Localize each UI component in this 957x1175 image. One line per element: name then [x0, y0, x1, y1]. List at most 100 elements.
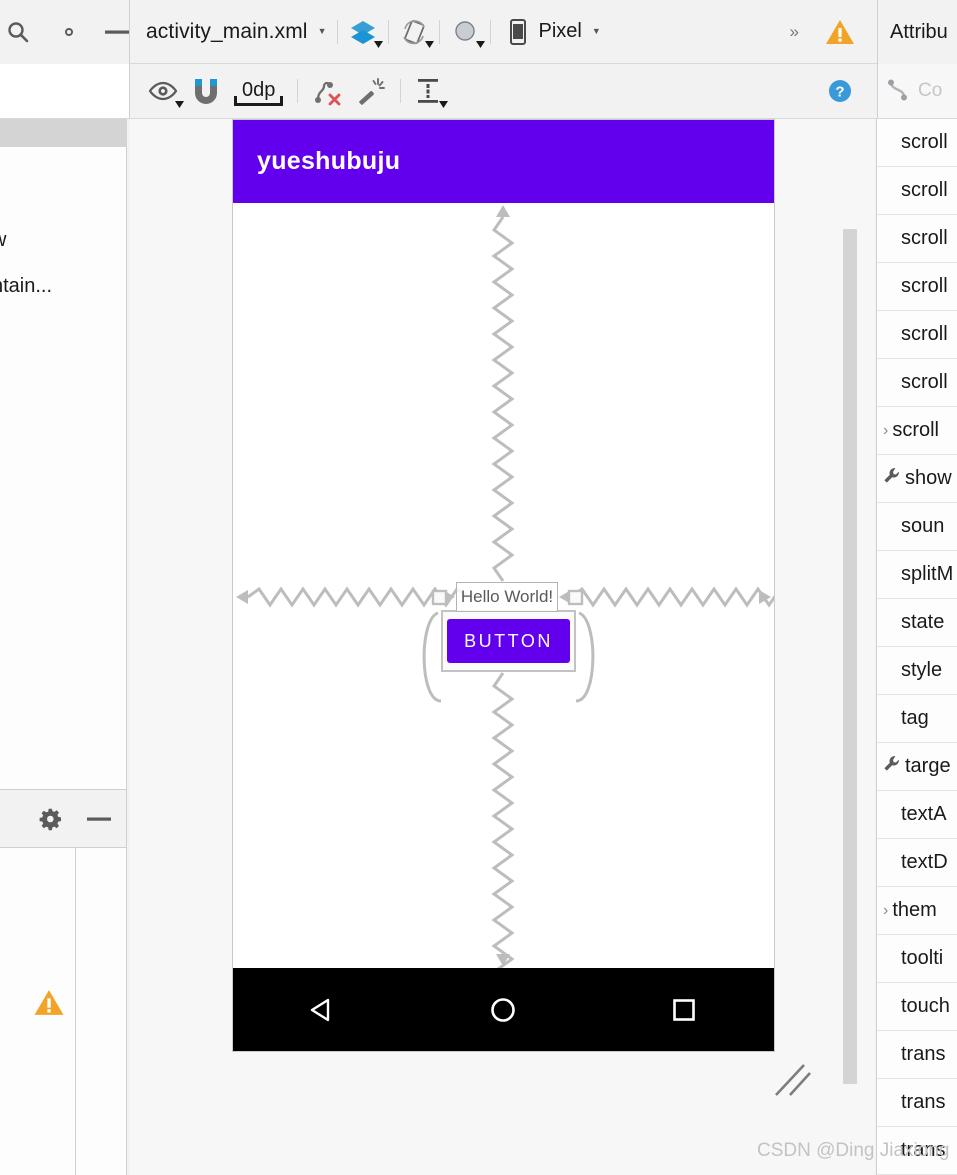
vertical-scrollbar[interactable] — [843, 229, 857, 1084]
warning-triangle-icon[interactable] — [33, 988, 65, 1017]
left-panel-toolbar-spacer — [0, 64, 130, 119]
attribute-row[interactable]: toolti — [877, 935, 957, 983]
divider — [438, 19, 440, 44]
attribute-row[interactable]: trans — [877, 1031, 957, 1079]
button-widget[interactable]: BUTTON — [447, 619, 570, 663]
attribute-name: textD — [901, 851, 948, 873]
vertical-align-icon[interactable] — [415, 76, 449, 108]
clear-constraints-icon[interactable] — [312, 76, 342, 106]
attribute-row[interactable]: scroll — [877, 311, 957, 359]
attribute-name: scroll — [901, 371, 948, 393]
minimize-icon[interactable] — [104, 29, 130, 35]
wrench-icon — [883, 755, 901, 779]
warning-triangle-icon[interactable] — [825, 18, 855, 46]
attribute-name: tag — [901, 707, 929, 729]
attribute-name: textA — [901, 803, 947, 825]
triangle-back-icon[interactable] — [306, 993, 340, 1027]
circle-home-icon[interactable] — [486, 993, 520, 1027]
top-toolbar: activity_main.xml ▼ Pixel ▼ » Attribu — [0, 0, 957, 64]
default-margin-value[interactable]: 0dp — [234, 77, 284, 106]
attribute-row[interactable]: touch — [877, 983, 957, 1031]
attribute-name: scroll — [901, 323, 948, 345]
design-surface[interactable]: yueshubuju Hello World! BUTTON — [130, 119, 875, 1175]
divider — [297, 79, 299, 103]
attribute-name: state — [901, 611, 945, 633]
gear-icon[interactable] — [56, 19, 82, 45]
minimize-icon[interactable] — [86, 816, 112, 822]
button-selection-frame[interactable]: BUTTON — [441, 610, 576, 672]
magic-wand-icon[interactable] — [356, 76, 386, 106]
attributes-list[interactable]: scroll scroll scroll scroll scroll scroll › scr… — [876, 119, 957, 1175]
attribute-row[interactable]: state — [877, 599, 957, 647]
attribute-name: scroll — [901, 179, 948, 201]
chevron-right-icon[interactable]: › — [883, 902, 888, 920]
app-bar[interactable]: yueshubuju — [233, 120, 774, 203]
attribute-row[interactable]: style — [877, 647, 957, 695]
attribute-row[interactable]: scroll — [877, 119, 957, 167]
file-name-label[interactable]: activity_main.xml — [146, 20, 308, 44]
attribute-name: them — [892, 899, 937, 921]
divider — [336, 19, 338, 44]
left-panel-toolbar — [0, 0, 130, 64]
divider — [387, 19, 389, 44]
rotate-device-icon[interactable] — [399, 17, 434, 48]
attribute-row[interactable]: textA — [877, 791, 957, 839]
attribute-row[interactable]: scroll — [877, 215, 957, 263]
attribute-row[interactable]: scroll — [877, 167, 957, 215]
constraint-curve-icon — [886, 78, 912, 104]
search-icon[interactable] — [8, 19, 34, 45]
attribute-name: trans — [901, 1043, 946, 1065]
attribute-name: soun — [901, 515, 945, 537]
theme-icon[interactable] — [450, 17, 485, 48]
attribute-row[interactable]: soun — [877, 503, 957, 551]
tree-item-0[interactable]: w — [0, 229, 6, 252]
attribute-row[interactable]: show — [877, 455, 957, 503]
eye-icon[interactable] — [148, 79, 184, 108]
layers-icon[interactable] — [348, 17, 383, 48]
attributes-rows: scroll scroll scroll scroll scroll scroll › scr… — [877, 119, 957, 1175]
magnet-icon[interactable] — [192, 76, 220, 106]
attribute-name: targe — [905, 755, 951, 777]
gear-icon[interactable] — [38, 806, 64, 832]
resize-handle-icon[interactable] — [770, 1059, 816, 1101]
svg-text:?: ? — [835, 84, 844, 101]
attribute-row[interactable]: splitM — [877, 551, 957, 599]
chevron-right-icon[interactable]: › — [883, 422, 888, 440]
attribute-name: toolti — [901, 947, 944, 969]
square-recents-icon[interactable] — [667, 993, 701, 1027]
device-preview[interactable]: yueshubuju Hello World! BUTTON — [232, 119, 775, 1052]
help-question-icon[interactable]: ? — [827, 78, 853, 104]
attribute-row[interactable]: scroll — [877, 263, 957, 311]
attribute-name: scroll — [901, 227, 948, 249]
device-chevron-down-icon[interactable]: ▼ — [592, 27, 601, 36]
android-studio-layout-editor: activity_main.xml ▼ Pixel ▼ » Attribu 0d… — [0, 0, 957, 1175]
textview-hello-world[interactable]: Hello World! — [456, 582, 558, 612]
button-label: BUTTON — [464, 630, 553, 651]
attribute-name: scroll — [901, 131, 948, 153]
android-nav-bar — [233, 968, 774, 1051]
tree-item-1[interactable]: ntain... — [0, 275, 52, 298]
attribute-row[interactable]: textD — [877, 839, 957, 887]
attribute-name: touch — [901, 995, 950, 1017]
watermark: CSDN @Ding Jiaxiong — [757, 1140, 950, 1161]
attribute-row[interactable]: › scroll — [877, 407, 957, 455]
constraint-toolbar-row: 0dp ? Co — [0, 64, 957, 119]
attribute-name: scroll — [901, 275, 948, 297]
phone-icon — [507, 18, 529, 46]
attribute-row[interactable]: tag — [877, 695, 957, 743]
attribute-name: splitM — [901, 563, 954, 585]
attribute-name: trans — [901, 1091, 946, 1113]
app-bar-title: yueshubuju — [257, 147, 401, 175]
constraint-toolbar: 0dp ? — [130, 64, 877, 119]
attribute-name: style — [901, 659, 943, 681]
attribute-row[interactable]: scroll — [877, 359, 957, 407]
attribute-row[interactable]: targe — [877, 743, 957, 791]
editor-toolbar: activity_main.xml ▼ Pixel ▼ » — [130, 0, 877, 64]
file-chevron-down-icon[interactable]: ▼ — [318, 27, 327, 36]
divider — [75, 848, 76, 1175]
device-name-label[interactable]: Pixel — [539, 20, 582, 43]
overflow-chevrons-icon[interactable]: » — [790, 22, 800, 42]
attributes-search-placeholder[interactable]: Co — [918, 80, 942, 102]
attribute-row[interactable]: trans — [877, 1079, 957, 1127]
attribute-row[interactable]: › them — [877, 887, 957, 935]
